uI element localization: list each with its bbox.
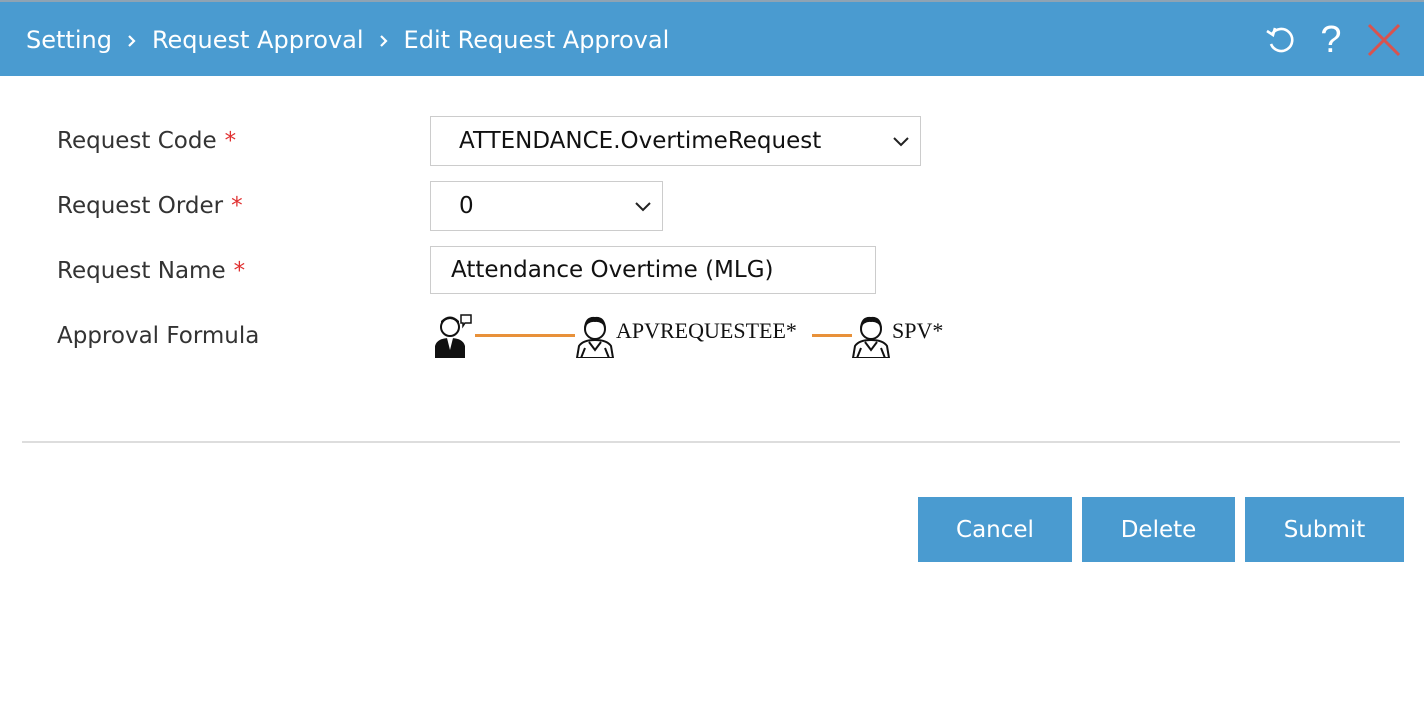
approval-connector bbox=[475, 334, 575, 337]
required-marker: * bbox=[224, 128, 237, 154]
close-icon[interactable] bbox=[1364, 20, 1404, 60]
request-code-label: Request Code * bbox=[57, 128, 237, 154]
approver-label: SPV* bbox=[892, 318, 944, 343]
approval-connector bbox=[812, 334, 852, 337]
title-bar: Setting Request Approval Edit Request Ap… bbox=[0, 0, 1424, 76]
breadcrumb: Setting Request Approval Edit Request Ap… bbox=[26, 24, 669, 56]
breadcrumb-edit-request-approval: Edit Request Approval bbox=[403, 26, 670, 54]
request-name-label: Request Name * bbox=[57, 258, 246, 284]
request-code-row: Request Code * ATTENDANCE.OvertimeRequest bbox=[0, 116, 1424, 166]
request-order-row: Request Order * 0 bbox=[0, 181, 1424, 231]
request-order-select[interactable]: 0 bbox=[430, 181, 663, 231]
divider bbox=[22, 441, 1400, 443]
chevron-down-icon bbox=[635, 202, 651, 212]
delete-button[interactable]: Delete bbox=[1082, 497, 1235, 562]
breadcrumb-request-approval[interactable]: Request Approval bbox=[152, 26, 364, 54]
chevron-right-icon bbox=[364, 26, 404, 54]
help-icon[interactable]: ? bbox=[1311, 20, 1351, 60]
submit-button[interactable]: Submit bbox=[1245, 497, 1404, 562]
requester-icon[interactable] bbox=[433, 312, 475, 362]
breadcrumb-setting[interactable]: Setting bbox=[26, 26, 112, 54]
approver-label: APVREQUESTEE* bbox=[616, 318, 797, 343]
approver-icon[interactable] bbox=[851, 314, 891, 362]
approver-icon[interactable] bbox=[575, 314, 615, 362]
approval-formula-label: Approval Formula bbox=[57, 323, 260, 349]
request-name-input[interactable] bbox=[430, 246, 876, 294]
chevron-right-icon bbox=[112, 26, 152, 54]
required-marker: * bbox=[233, 258, 246, 284]
request-order-label: Request Order * bbox=[57, 193, 243, 219]
refresh-icon[interactable] bbox=[1261, 20, 1301, 60]
chevron-down-icon bbox=[893, 137, 909, 147]
request-code-select[interactable]: ATTENDANCE.OvertimeRequest bbox=[430, 116, 921, 166]
cancel-button[interactable]: Cancel bbox=[918, 497, 1072, 562]
required-marker: * bbox=[231, 193, 243, 219]
request-name-row: Request Name * bbox=[0, 246, 1424, 296]
